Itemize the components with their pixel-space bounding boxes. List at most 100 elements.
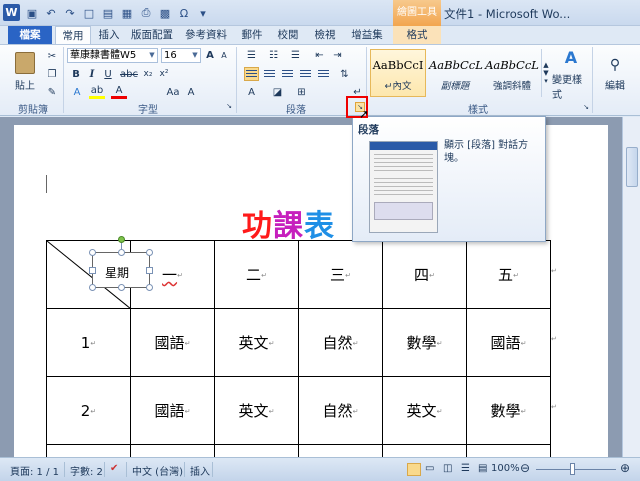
strikethrough-icon[interactable]: abc: [120, 67, 138, 81]
cut-icon[interactable]: ✂: [45, 49, 59, 63]
table-cell[interactable]: 數學↵: [382, 308, 467, 377]
tab-mailings[interactable]: 郵件: [235, 26, 269, 44]
table-cell[interactable]: 數學↵: [466, 376, 551, 445]
draft-view-icon[interactable]: ▤: [478, 463, 487, 474]
font-name-combo[interactable]: 華康隸書體W5 ▼: [67, 48, 158, 63]
web-layout-view-icon[interactable]: ◫: [443, 463, 452, 474]
redo-icon[interactable]: ↷: [62, 5, 78, 21]
bullets-icon[interactable]: ☰: [244, 48, 259, 63]
align-left-button[interactable]: [244, 67, 259, 81]
resize-handle[interactable]: [89, 249, 96, 256]
font-color-icon[interactable]: A: [111, 85, 127, 99]
editing-button[interactable]: ⚲ 編輯: [596, 49, 634, 99]
rotate-handle[interactable]: [118, 236, 125, 243]
tab-references[interactable]: 參考資料: [178, 26, 234, 44]
insert-mode[interactable]: 插入: [190, 463, 210, 478]
table-header-cell[interactable]: 三↵: [298, 240, 383, 309]
word-logo-icon[interactable]: W: [3, 4, 20, 21]
print-icon[interactable]: ⎙: [138, 5, 154, 21]
paste-button[interactable]: 貼上: [8, 49, 42, 95]
table-cell[interactable]: [130, 444, 215, 457]
text-effects-icon[interactable]: A: [69, 85, 85, 99]
align-right-button[interactable]: [280, 67, 295, 81]
save-icon[interactable]: ▣: [24, 5, 40, 21]
change-styles-button[interactable]: A 變更樣式: [552, 48, 590, 101]
multilevel-list-icon[interactable]: ☰: [288, 48, 303, 63]
italic-icon[interactable]: I: [85, 67, 99, 81]
tab-file[interactable]: 檔案: [8, 26, 52, 44]
highlight-icon[interactable]: ab: [89, 85, 105, 99]
chevron-down-icon[interactable]: ▼: [147, 49, 157, 62]
table-icon[interactable]: ▦: [119, 5, 135, 21]
numbering-icon[interactable]: ☷: [266, 48, 281, 63]
text-box[interactable]: 星期: [89, 236, 153, 291]
scrollbar-thumb[interactable]: [626, 147, 638, 187]
resize-handle[interactable]: [146, 284, 153, 291]
period-cell[interactable]: 2↵: [46, 376, 131, 445]
tab-addins[interactable]: 增益集: [345, 26, 389, 44]
table-cell[interactable]: [214, 444, 299, 457]
underline-icon[interactable]: U: [101, 67, 115, 81]
document-heading[interactable]: 功課表: [242, 201, 335, 245]
more-icon[interactable]: ▾: [544, 77, 548, 85]
resize-handle[interactable]: [146, 267, 153, 274]
resize-handle[interactable]: [146, 249, 153, 256]
asian-layout-icon[interactable]: A: [244, 85, 259, 99]
style-subtitle[interactable]: AaBbCcL 副標題: [428, 49, 483, 97]
zoom-in-icon[interactable]: ⊕: [620, 461, 630, 475]
align-center-button[interactable]: [262, 67, 277, 81]
chevron-down-icon[interactable]: ▼: [543, 69, 548, 77]
borders-icon[interactable]: ⊞: [294, 85, 309, 99]
justify-button[interactable]: [298, 67, 313, 81]
styles-dialog-launcher-icon[interactable]: ↘: [581, 102, 591, 112]
zoom-slider-track[interactable]: [536, 469, 616, 470]
zoom-level[interactable]: 100%: [491, 463, 520, 474]
bold-icon[interactable]: B: [69, 67, 83, 81]
table-header-cell[interactable]: 五↵: [466, 240, 551, 309]
tab-view[interactable]: 檢視: [307, 26, 343, 44]
styles-gallery-scroll[interactable]: ▲ ▼ ▾: [541, 49, 550, 97]
font-size-combo[interactable]: 16 ▼: [161, 48, 201, 63]
chevron-down-icon[interactable]: ▼: [190, 49, 200, 62]
table-cell[interactable]: 國語↵: [466, 308, 551, 377]
vertical-scrollbar[interactable]: [622, 117, 640, 457]
table-cell[interactable]: [46, 444, 131, 457]
style-subtle-emphasis[interactable]: AaBbCcL 強調斜體: [484, 49, 540, 97]
full-screen-view-icon[interactable]: ▭: [425, 463, 434, 474]
tab-home[interactable]: 常用: [55, 26, 91, 44]
table-cell[interactable]: 自然↵: [298, 308, 383, 377]
character-shading-icon[interactable]: A: [183, 85, 199, 99]
new-icon[interactable]: □: [81, 5, 97, 21]
table-cell[interactable]: [298, 444, 383, 457]
style-normal[interactable]: AaBbCcI ↵內文: [370, 49, 426, 97]
superscript-icon[interactable]: x²: [157, 67, 171, 81]
tab-format[interactable]: 格式: [393, 26, 441, 44]
zoom-slider-thumb[interactable]: [570, 463, 575, 475]
resize-handle[interactable]: [89, 284, 96, 291]
copy-icon[interactable]: ❐: [45, 67, 59, 81]
table-cell[interactable]: 英文↵: [382, 376, 467, 445]
table-cell[interactable]: [382, 444, 467, 457]
word-count[interactable]: 字數: 2: [70, 463, 103, 478]
increase-indent-icon[interactable]: ⇥: [330, 48, 345, 63]
table-cell[interactable]: 國語↵: [130, 376, 215, 445]
undo-icon[interactable]: ↶: [43, 5, 59, 21]
print-layout-view-icon[interactable]: [407, 463, 421, 476]
change-case-icon[interactable]: Aa: [165, 85, 181, 99]
format-painter-icon[interactable]: ✎: [45, 85, 59, 99]
table-cell[interactable]: [466, 444, 551, 457]
sort-icon[interactable]: ⇅: [337, 67, 352, 81]
table-cell[interactable]: 自然↵: [298, 376, 383, 445]
open-icon[interactable]: ▤: [100, 5, 116, 21]
customize-qat-icon[interactable]: ▾: [195, 5, 211, 21]
tab-review[interactable]: 校閱: [270, 26, 306, 44]
table-header-cell[interactable]: 二↵: [214, 240, 299, 309]
outline-view-icon[interactable]: ☰: [461, 463, 470, 474]
resize-handle[interactable]: [118, 249, 125, 256]
symbol-icon[interactable]: Ω: [176, 5, 192, 21]
zoom-out-icon[interactable]: ⊖: [520, 461, 530, 475]
shrink-font-icon[interactable]: A: [217, 48, 231, 63]
picture-icon[interactable]: ▩: [157, 5, 173, 21]
grow-font-icon[interactable]: A: [203, 48, 217, 63]
tab-layout[interactable]: 版面配置: [127, 26, 177, 44]
